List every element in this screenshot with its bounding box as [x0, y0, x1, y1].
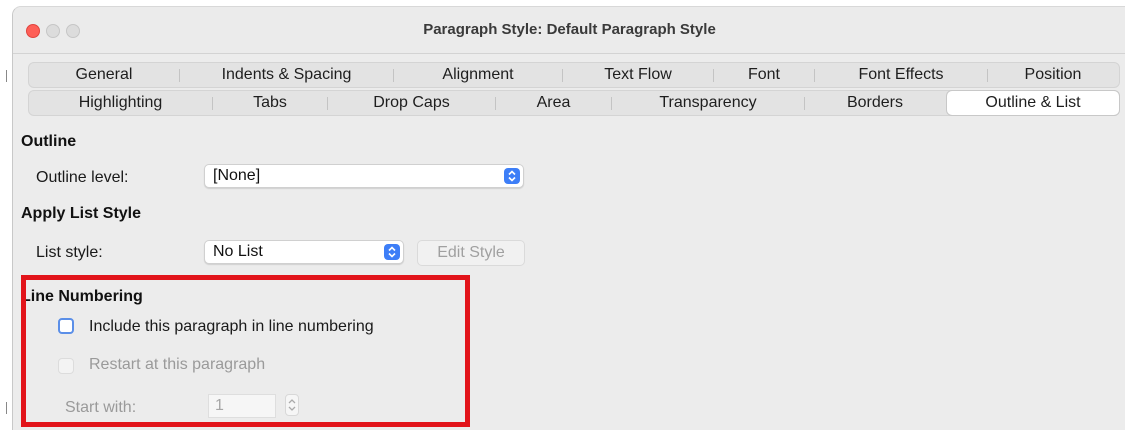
edge-tick — [6, 70, 7, 82]
tab-position[interactable]: Position — [988, 63, 1118, 87]
tab-outline-list[interactable]: Outline & List — [947, 91, 1119, 115]
select-chevron-icon — [504, 168, 520, 184]
tab-general[interactable]: General — [29, 63, 179, 87]
tab-text-flow[interactable]: Text Flow — [563, 63, 713, 87]
highlight-box — [21, 275, 470, 427]
outline-level-select[interactable]: [None] — [204, 164, 524, 188]
tab-drop-caps[interactable]: Drop Caps — [328, 91, 495, 115]
tab-area[interactable]: Area — [496, 91, 611, 115]
title-bar: Paragraph Style: Default Paragraph Style — [13, 7, 1125, 54]
edge-tick — [6, 402, 7, 414]
edit-style-button[interactable]: Edit Style — [417, 240, 525, 266]
outline-level-value: [None] — [213, 167, 261, 184]
tab-indents-spacing[interactable]: Indents & Spacing — [180, 63, 393, 87]
tab-font-effects[interactable]: Font Effects — [815, 63, 987, 87]
tab-borders[interactable]: Borders — [805, 91, 945, 115]
tab-row-1: General Indents & Spacing Alignment Text… — [28, 62, 1120, 88]
left-edge — [0, 0, 9, 429]
dialog-window: Paragraph Style: Default Paragraph Style… — [12, 6, 1125, 430]
tab-tabs[interactable]: Tabs — [213, 91, 327, 115]
list-style-value: No List — [213, 243, 263, 260]
list-style-section-title: Apply List Style — [21, 205, 142, 222]
tab-transparency[interactable]: Transparency — [612, 91, 804, 115]
list-style-select[interactable]: No List — [204, 240, 404, 264]
tab-highlighting[interactable]: Highlighting — [29, 91, 212, 115]
select-chevron-icon — [384, 244, 400, 260]
window-title: Paragraph Style: Default Paragraph Style — [423, 21, 716, 38]
tab-alignment[interactable]: Alignment — [394, 63, 562, 87]
list-style-label: List style: — [36, 244, 103, 261]
tab-font[interactable]: Font — [714, 63, 814, 87]
tab-row-2: Highlighting Tabs Drop Caps Area Transpa… — [28, 90, 1120, 116]
outline-section-title: Outline — [21, 133, 77, 150]
outline-level-label: Outline level: — [36, 169, 129, 186]
screenshot: Paragraph Style: Default Paragraph Style… — [0, 0, 1125, 430]
